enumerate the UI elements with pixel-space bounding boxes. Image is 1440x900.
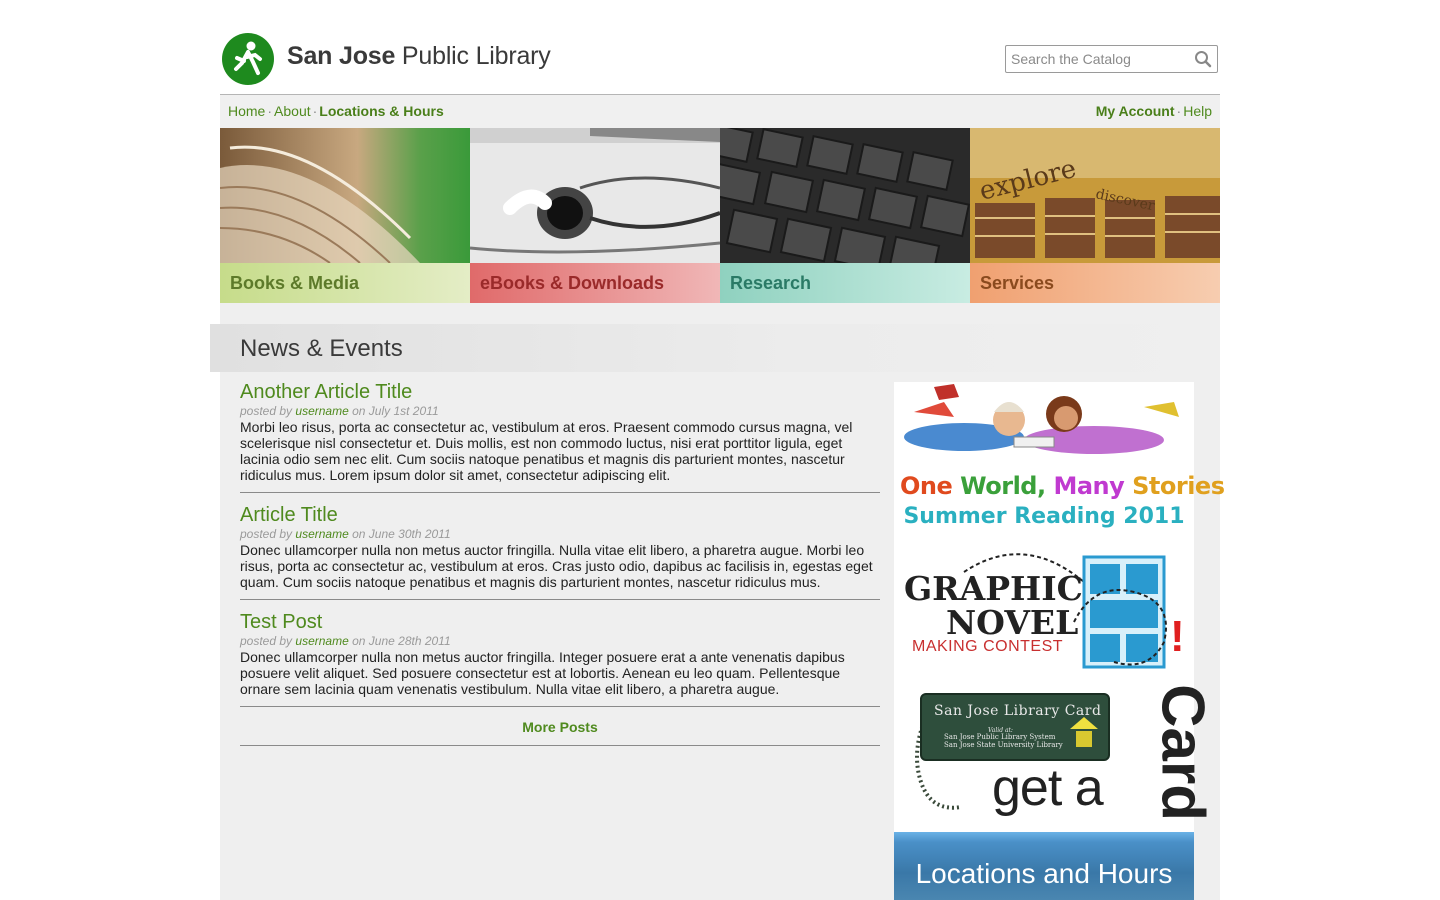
nav-right-group: My Account · Help: [1096, 103, 1212, 119]
news-heading: News & Events: [240, 335, 403, 362]
keyboard-image: [720, 128, 970, 263]
posted-by-label: posted by: [240, 527, 293, 541]
site-title-rest: Public Library: [395, 42, 551, 70]
article-date: on June 30th 2011: [352, 527, 451, 541]
locations-hours-label: Locations and Hours: [915, 858, 1173, 889]
help-link[interactable]: Help: [1183, 103, 1212, 119]
tile-services[interactable]: explore discover Services: [970, 128, 1220, 303]
category-tiles: Books & Media eBooks & Downloads Researc…: [220, 128, 1220, 303]
lamp-icon: [1070, 717, 1098, 747]
library-interior-image: explore discover: [970, 128, 1220, 263]
graphic-novel-heading: GRAPHIC NOVEL: [904, 572, 1083, 640]
nav-home-link[interactable]: Home: [228, 103, 265, 119]
site-title-bold: San Jose: [287, 42, 396, 70]
article-title-link[interactable]: Another Article Title: [240, 380, 880, 404]
library-card-image: San Jose Library Card Valid at: San Jose…: [920, 693, 1110, 761]
posted-by-label: posted by: [240, 634, 293, 648]
library-logo-icon[interactable]: [222, 33, 274, 85]
tile-label-ebooks-downloads: eBooks & Downloads: [470, 263, 720, 303]
get-a-text: get a: [992, 759, 1104, 817]
article-item: Test Post posted by username on June 28t…: [240, 610, 880, 707]
my-account-link[interactable]: My Account: [1096, 103, 1175, 119]
owms-word-2: World,: [960, 472, 1054, 500]
locations-hours-banner[interactable]: Locations and Hours: [894, 832, 1194, 900]
exclamation-mark: !: [1170, 612, 1185, 661]
article-body: Donec ullamcorper nulla non metus auctor…: [240, 649, 845, 697]
article-meta: posted by username on July 1st 2011: [240, 404, 880, 418]
search-input[interactable]: [1011, 51, 1191, 67]
owms-word-1: One: [900, 472, 961, 500]
article-body: Donec ullamcorper nulla non metus auctor…: [240, 542, 873, 590]
main-content: News & Events Another Article Title post…: [210, 303, 1225, 900]
card-system-2: San Jose State University Library: [944, 741, 1063, 749]
site-title[interactable]: San Jose Public Library: [287, 42, 551, 71]
article-date: on July 1st 2011: [352, 404, 439, 418]
nav-locations-link[interactable]: Locations & Hours: [319, 103, 443, 119]
nav-separator: ·: [267, 103, 273, 119]
article-author-link[interactable]: username: [295, 634, 348, 648]
tile-label-services: Services: [970, 263, 1220, 303]
nav-separator: ·: [312, 103, 318, 119]
tile-research[interactable]: Research: [720, 128, 970, 303]
article-title-link[interactable]: Test Post: [240, 610, 880, 634]
earbuds-image: [470, 128, 720, 263]
graphic-novel-line-2: NOVEL: [946, 603, 1079, 642]
article-meta: posted by username on June 30th 2011: [240, 527, 880, 541]
promo-sidebar: One World, Many Stories Summer Reading 2…: [894, 382, 1225, 900]
article-item: Another Article Title posted by username…: [240, 380, 880, 493]
tile-ebooks-downloads[interactable]: eBooks & Downloads: [470, 128, 720, 303]
card-vertical-text: Card: [1149, 684, 1217, 821]
article-list: Another Article Title posted by username…: [240, 380, 880, 746]
tile-label-books-media: Books & Media: [220, 263, 470, 303]
more-posts-link[interactable]: More Posts: [240, 717, 880, 746]
article-date: on June 28th 2011: [352, 634, 451, 648]
open-book-image: [220, 128, 470, 263]
card-system-1: San Jose Public Library System: [944, 733, 1056, 741]
top-navigation: Home · About · Locations & Hours My Account ·…: [220, 94, 1220, 128]
page: San Jose Public Library Home·About·Locat…: [210, 0, 1225, 900]
making-contest-label: MAKING CONTEST: [912, 638, 1064, 655]
nav-about-link[interactable]: About: [274, 103, 311, 119]
nav-left-group: Home · About · Locations & Hours: [228, 103, 444, 119]
reading-kids-image[interactable]: [894, 382, 1194, 462]
catalog-search: [1005, 45, 1218, 73]
news-header-bar: News & Events: [210, 324, 1195, 372]
nav-separator: ·: [1176, 103, 1182, 119]
article-author-link[interactable]: username: [295, 527, 348, 541]
summer-reading-subtitle[interactable]: Summer Reading 2011: [894, 504, 1194, 529]
article-body: Morbi leo risus, porta ac consectetur ac…: [240, 419, 853, 483]
posted-by-label: posted by: [240, 404, 293, 418]
graphic-novel-contest-promo[interactable]: GRAPHIC NOVEL MAKING CONTEST !: [894, 542, 1194, 687]
owms-word-4: Stories: [1132, 472, 1225, 500]
article-item: Article Title posted by username on June…: [240, 503, 880, 600]
article-title-link[interactable]: Article Title: [240, 503, 880, 527]
article-author-link[interactable]: username: [295, 404, 348, 418]
tile-books-media[interactable]: Books & Media: [220, 128, 470, 303]
owms-word-3: Many: [1053, 472, 1133, 500]
article-meta: posted by username on June 28th 2011: [240, 634, 880, 648]
card-systems: San Jose Public Library System San Jose …: [944, 733, 1063, 749]
search-icon[interactable]: [1194, 50, 1212, 68]
summer-reading-title[interactable]: One World, Many Stories: [900, 472, 1225, 500]
tile-label-research: Research: [720, 263, 970, 303]
